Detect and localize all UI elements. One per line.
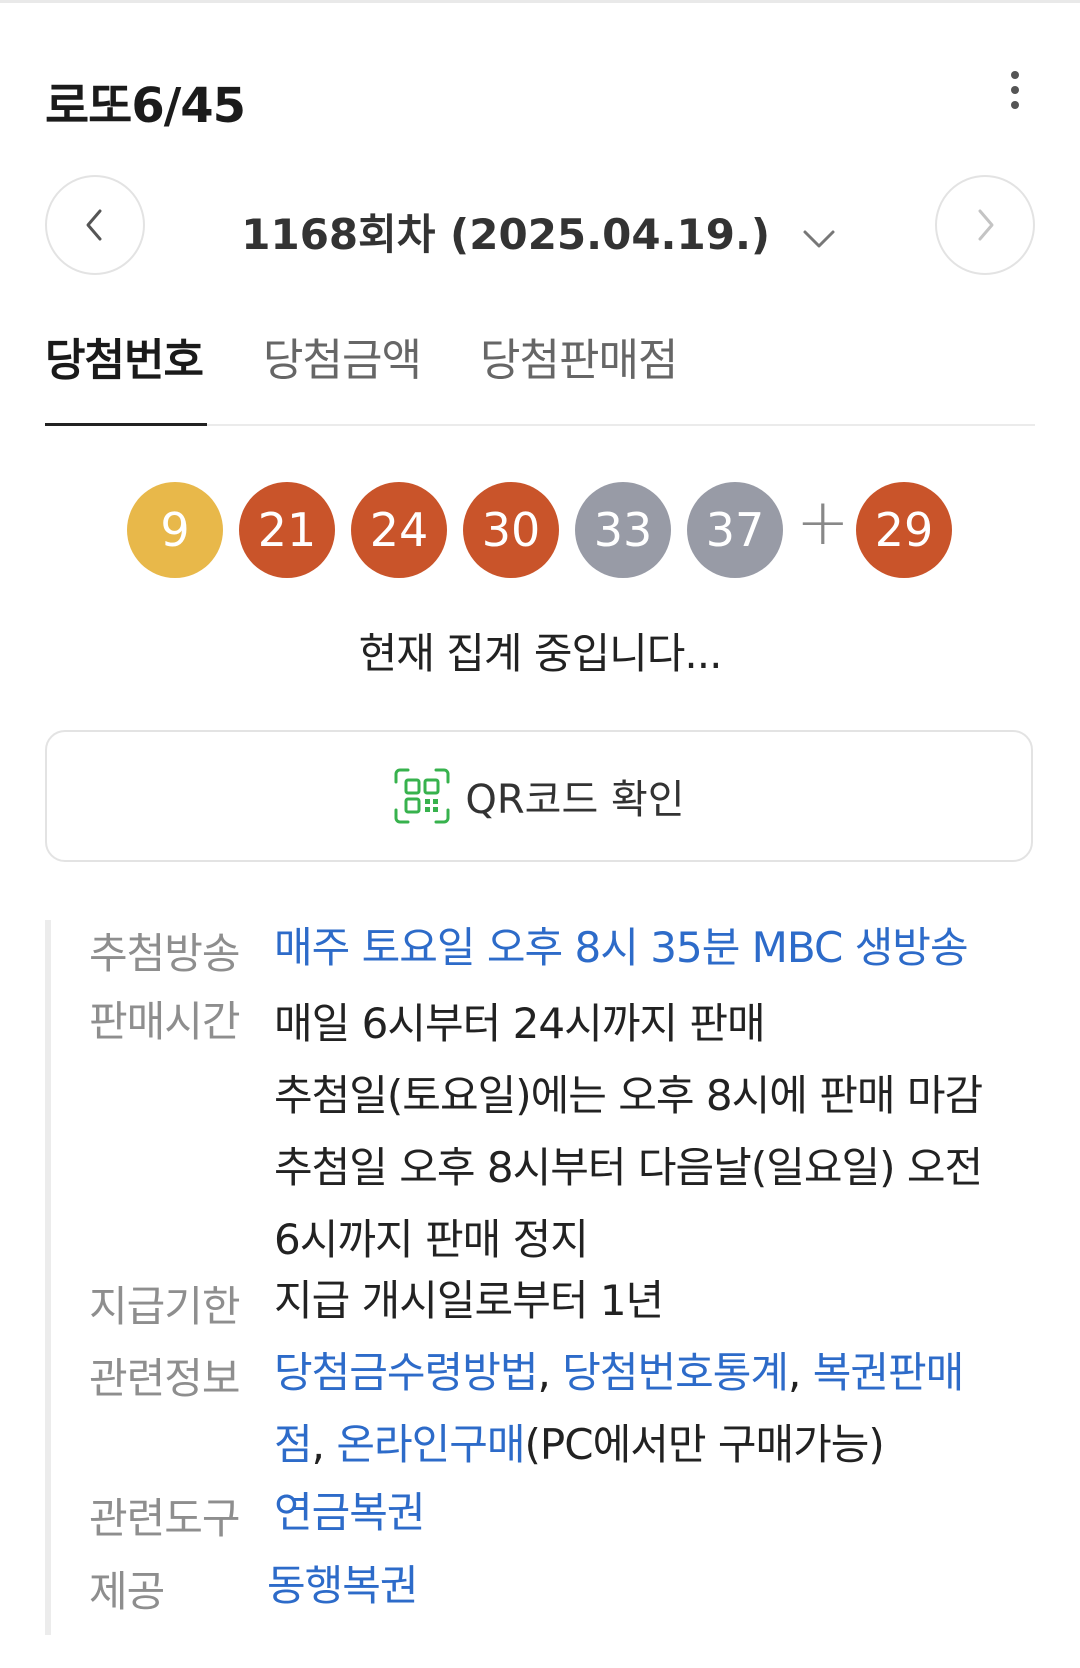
header: 로또6/45 xyxy=(45,60,1035,134)
number-ball: 21 xyxy=(239,482,335,578)
broadcast-link[interactable]: 매주 토요일 오후 8시 35분 MBC 생방송 xyxy=(274,920,1035,976)
info-label: 추첨방송 xyxy=(89,929,241,978)
info-label: 관련정보 xyxy=(89,1354,241,1403)
related-info-value: 당첨금수령방법, 당첨번호통계, 복권판매 점, 온라인구매(PC에서만 구매가… xyxy=(274,1339,1035,1483)
link-lottery-store-cont[interactable]: 점 xyxy=(274,1420,313,1469)
separator: , xyxy=(788,1348,813,1397)
winning-numbers: 9 21 24 30 33 37 + 29 xyxy=(0,482,1080,582)
sales-time-line: 추첨일(토요일)에는 오후 8시에 판매 마감 xyxy=(274,1071,983,1120)
link-dhlottery[interactable]: 동행복권 xyxy=(267,1558,1035,1614)
number-value: 30 xyxy=(481,503,541,557)
separator: , xyxy=(537,1348,563,1397)
number-value: 37 xyxy=(705,503,765,557)
number-value: 9 xyxy=(160,503,190,557)
tab-winning-stores[interactable]: 당첨판매점 xyxy=(480,324,678,388)
number-ball: 24 xyxy=(351,482,447,578)
number-value: 33 xyxy=(593,503,653,557)
number-ball: 30 xyxy=(463,482,559,578)
chevron-down-icon xyxy=(799,213,839,262)
sales-time-line: 6시까지 판매 정지 xyxy=(274,1215,589,1264)
bonus-value: 29 xyxy=(874,503,934,557)
online-purchase-note: (PC에서만 구매가능) xyxy=(524,1420,885,1469)
sales-time-line: 추첨일 오후 8시부터 다음날(일요일) 오전 xyxy=(274,1143,983,1192)
link-pension-lottery[interactable]: 연금복권 xyxy=(274,1485,1035,1541)
top-divider xyxy=(0,0,1080,3)
more-icon-dot xyxy=(1011,86,1019,94)
info-label: 지급기한 xyxy=(89,1282,241,1331)
link-lottery-store[interactable]: 복권판매 xyxy=(813,1348,965,1397)
link-prize-claim[interactable]: 당첨금수령방법 xyxy=(274,1348,538,1397)
info-label: 판매시간 xyxy=(89,997,241,1046)
sales-time-line: 매일 6시부터 24시까지 판매 xyxy=(274,999,766,1048)
more-icon xyxy=(1011,71,1019,79)
lottery-info-panel: 추첨방송 매주 토요일 오후 8시 35분 MBC 생방송 판매시간 매일 6시… xyxy=(45,920,1035,1635)
number-ball: 9 xyxy=(127,482,223,578)
page-title: 로또6/45 xyxy=(45,78,246,134)
number-ball: 33 xyxy=(575,482,671,578)
link-online-purchase[interactable]: 온라인구매 xyxy=(336,1420,525,1469)
qr-icon xyxy=(394,768,450,824)
qr-button-label: QR코드 확인 xyxy=(465,777,685,823)
active-tab-indicator xyxy=(45,423,207,426)
sales-time-value: 매일 6시부터 24시까지 판매 추첨일(토요일)에는 오후 8시에 판매 마감… xyxy=(274,988,1035,1276)
deadline-value: 지급 개시일로부터 1년 xyxy=(274,1276,664,1325)
tab-winning-numbers[interactable]: 당첨번호 xyxy=(45,324,204,388)
more-icon-dot xyxy=(1011,101,1019,109)
info-label: 관련도구 xyxy=(89,1494,241,1543)
bonus-ball: 29 xyxy=(856,482,952,578)
plus-sign: + xyxy=(796,486,850,560)
next-round-button[interactable] xyxy=(935,175,1035,275)
separator: , xyxy=(311,1420,337,1469)
more-options-button[interactable] xyxy=(995,60,1035,120)
link-number-stats[interactable]: 당첨번호통계 xyxy=(562,1348,789,1397)
round-label: 1168회차 (2025.04.19.) xyxy=(241,210,771,259)
round-selector-row: 1168회차 (2025.04.19.) xyxy=(45,175,1035,279)
info-label: 제공 xyxy=(89,1567,165,1616)
qr-code-check-button[interactable]: QR코드 확인 xyxy=(45,730,1033,862)
number-value: 24 xyxy=(369,503,429,557)
chevron-right-icon xyxy=(978,209,994,241)
status-message: 현재 집계 중입니다... xyxy=(358,629,723,678)
tab-prize-amount[interactable]: 당첨금액 xyxy=(263,324,422,388)
number-ball: 37 xyxy=(687,482,783,578)
tab-bar: 당첨번호 당첨금액 당첨판매점 xyxy=(45,318,1035,426)
number-value: 21 xyxy=(257,503,317,557)
round-dropdown[interactable]: 1168회차 (2025.04.19.) xyxy=(45,201,1035,262)
